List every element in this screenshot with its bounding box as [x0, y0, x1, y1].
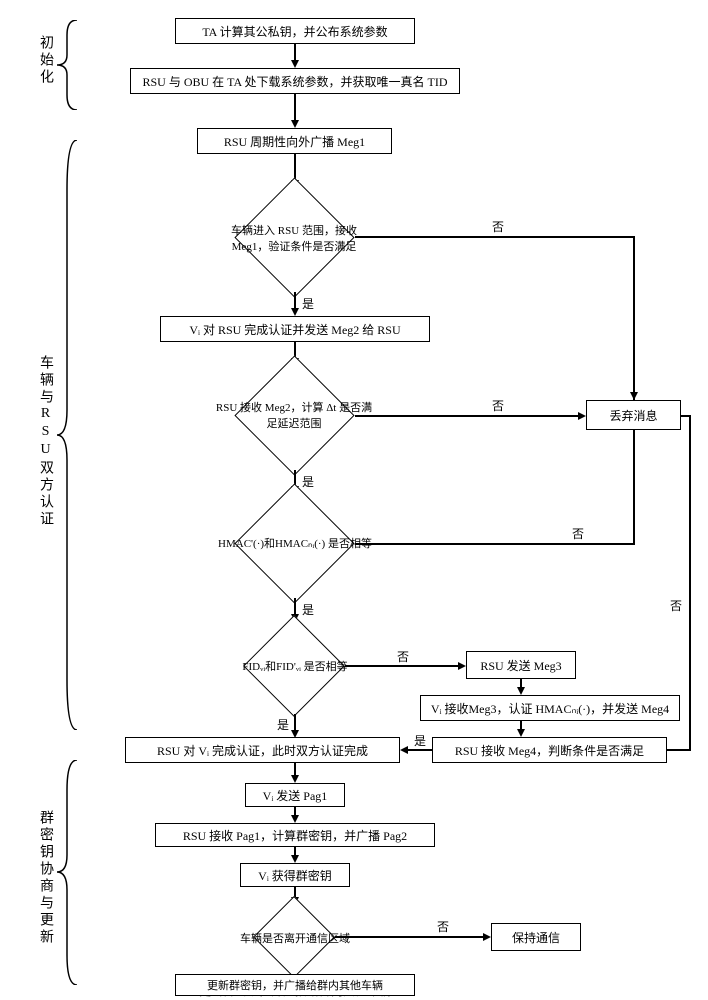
node-rsu-meg3: RSU 发送 Meg3	[466, 651, 576, 679]
node-rsu-pag1: RSU 接收 Pag1，计算群密钥，并广播 Pag2	[155, 823, 435, 847]
phase-init-label: 初始化	[35, 35, 55, 86]
decision-hmac	[234, 483, 354, 603]
node-vi-groupkey: Vᵢ 获得群密钥	[240, 863, 350, 887]
node-vi-pag1: Vᵢ 发送 Pag1	[245, 783, 345, 807]
edge-no-3: 否	[570, 525, 586, 542]
edge-yes-4: 是	[275, 716, 291, 733]
edge-no-2: 否	[490, 397, 506, 414]
edge-yes-2: 是	[300, 473, 316, 490]
edge-yes-3: 是	[300, 601, 316, 618]
node-vi-meg3-meg4: Vᵢ 接收Meg3，认证 HMACₙᵢ(·)，并发送 Meg4	[420, 695, 680, 721]
edge-yes-1: 是	[300, 295, 316, 312]
node-vi-auth-send: Vᵢ 对 RSU 完成认证并发送 Meg2 给 RSU	[160, 316, 430, 342]
phase-group-label: 群密钥协商与更新	[35, 810, 55, 946]
node-rsu-meg4: RSU 接收 Meg4，判断条件是否满足	[432, 737, 667, 763]
node-rsu-broadcast: RSU 周期性向外广播 Meg1	[197, 128, 392, 154]
decision-leave	[253, 896, 335, 978]
node-discard: 丢弃消息	[586, 400, 681, 430]
phase-auth-label: 车辆与RSU双方认证	[35, 355, 55, 528]
edge-yes-5: 是	[412, 732, 428, 749]
node-download-params: RSU 与 OBU 在 TA 处下载系统参数，并获取唯一真名 TID	[130, 68, 460, 94]
edge-no-6: 否	[435, 918, 451, 935]
decision-deltat	[234, 355, 354, 475]
node-ta-compute: TA 计算其公私钥，并公布系统参数	[175, 18, 415, 44]
node-keep-comm: 保持通信	[491, 923, 581, 951]
decision-fid	[243, 615, 345, 717]
node-auth-complete: RSU 对 Vᵢ 完成认证，此时双方认证完成	[125, 737, 400, 763]
edge-no-4: 否	[395, 648, 411, 665]
edge-no-1: 否	[490, 218, 506, 235]
decision-vehicle-enter	[234, 177, 354, 297]
node-update-key-real: 更新群密钥，并广播给群内其他车辆	[175, 974, 415, 996]
edge-no-5: 否	[668, 597, 684, 614]
